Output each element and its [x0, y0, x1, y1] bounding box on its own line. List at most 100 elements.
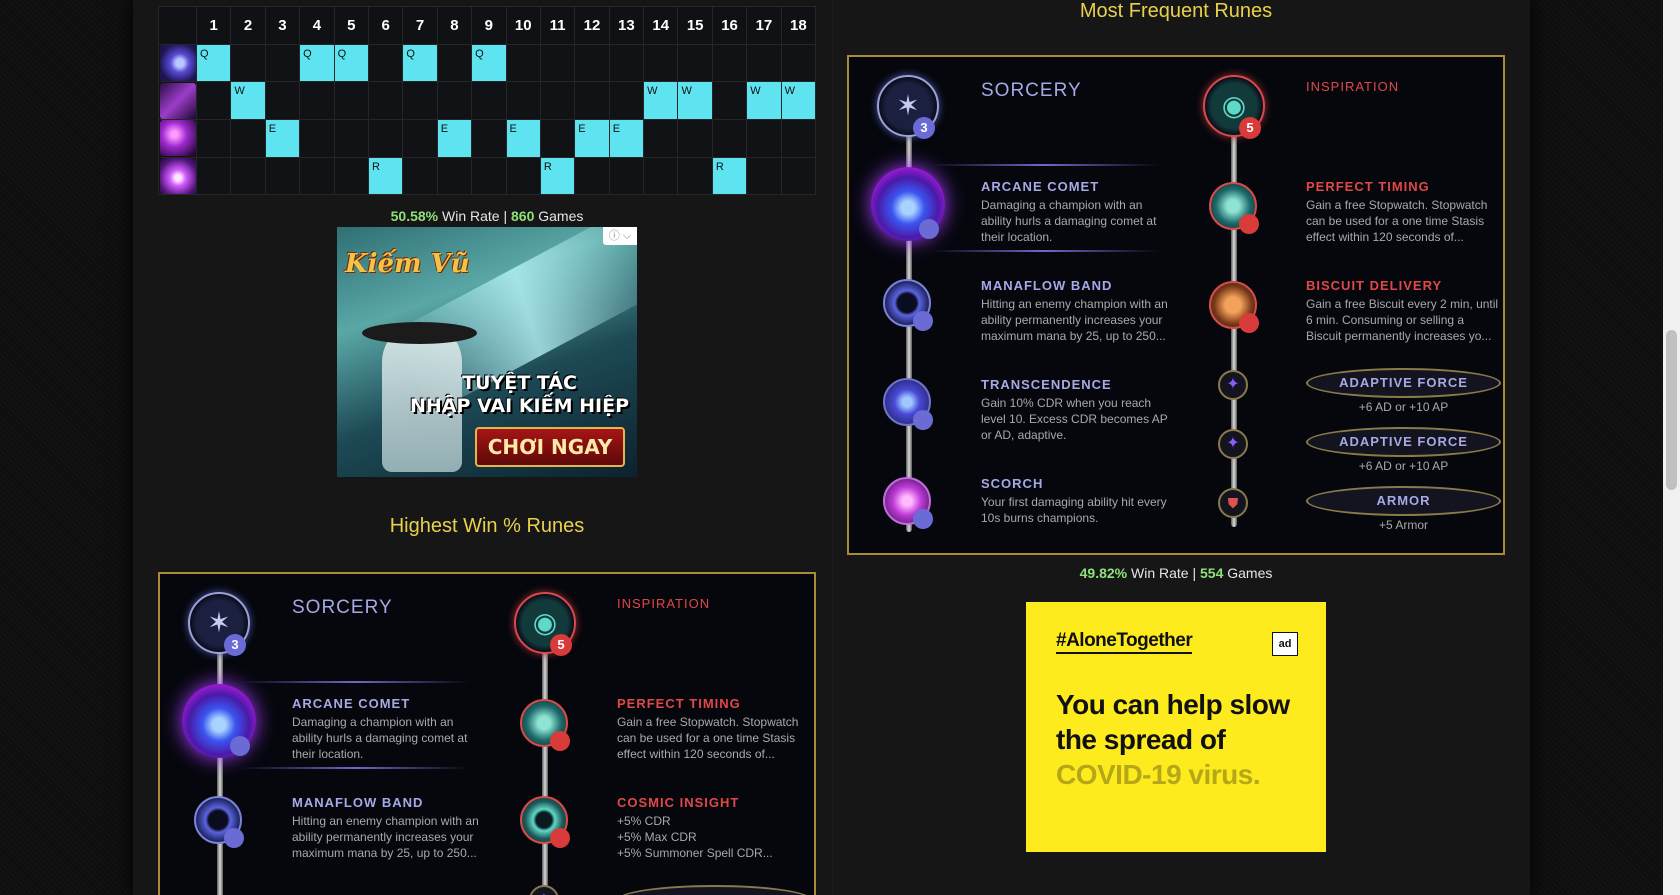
- skill-level-5: 5: [333, 6, 369, 45]
- skill-row-e: EEEEE: [158, 119, 817, 158]
- skill-key-label: E: [268, 123, 277, 136]
- skill-level-4: 4: [299, 6, 335, 45]
- covid-advertisement[interactable]: #AloneTogether ad You can help slow the …: [1026, 602, 1326, 852]
- rune-description: Hitting an enemy champion with an abilit…: [292, 814, 479, 860]
- primary-rune-count-badge: 3: [224, 634, 246, 656]
- shard-description: +6 AD or +10 AP: [1358, 459, 1449, 473]
- rune-name: COSMIC INSIGHT: [617, 795, 740, 810]
- adchoices-icon[interactable]: ⓘ ⌵: [603, 227, 637, 245]
- adaptive-force-shard-icon: ✦: [529, 885, 559, 895]
- skill-key-label: W: [750, 85, 761, 98]
- skill-key-label: R: [715, 160, 724, 173]
- rune-name: PERFECT TIMING: [1306, 179, 1430, 194]
- skill-empty-cell: [195, 119, 232, 158]
- skill-point-e-level-10: E: [505, 119, 541, 158]
- skill-key-label: Q: [406, 47, 415, 60]
- skill-point-e-level-12: E: [574, 119, 610, 158]
- primary-tree-name: SORCERY: [292, 597, 393, 618]
- ad-tagline-line-1: TUYỆT TÁC: [462, 372, 577, 394]
- skill-level-7: 7: [402, 6, 438, 45]
- skill-empty-cell: [230, 156, 266, 196]
- skill-empty-cell: [471, 81, 507, 121]
- skill-icon-cell: [158, 81, 197, 121]
- ad-message-line-1: You can help slow: [1056, 689, 1290, 720]
- skill-corner-cell: [158, 6, 197, 45]
- rune-description: Your first damaging ability hit every 10…: [981, 495, 1167, 525]
- win-rate-label: Win Rate |: [1127, 565, 1200, 581]
- rune-arcane-comet: ARCANE COMET Damaging a champion with an…: [981, 179, 1176, 245]
- ad-message-line-3: COVID-19 virus.: [1056, 759, 1261, 790]
- scrollbar-thumb[interactable]: [1666, 330, 1677, 490]
- skill-level-17: 17: [746, 6, 782, 45]
- skill-empty-cell: [574, 156, 610, 196]
- skill-icon-cell: [158, 119, 197, 158]
- rune-name: BISCUIT DELIVERY: [1306, 278, 1443, 293]
- selected-rune-dot: [550, 828, 570, 848]
- games-label: Games: [1223, 565, 1273, 581]
- skill-row-w: WWWWW: [158, 81, 817, 121]
- shard-name: ADAPTIVE FORCE: [1339, 375, 1468, 390]
- ad-play-now-button[interactable]: CHƠI NGAY: [475, 427, 625, 467]
- selected-rune-dot: [1239, 313, 1259, 333]
- most-frequent-runes-title: Most Frequent Runes: [1079, 0, 1273, 22]
- skill-empty-cell: [677, 119, 713, 158]
- secondary-rune-count-badge: 5: [1239, 117, 1261, 139]
- selected-rune-dot: [550, 731, 570, 751]
- skill-level-6: 6: [367, 6, 404, 45]
- skill-empty-cell: [711, 43, 748, 83]
- skill-row-r: RRR: [158, 156, 817, 196]
- skill-level-15: 15: [677, 6, 713, 45]
- skill-empty-cell: [471, 156, 507, 196]
- skill-level-14: 14: [643, 6, 679, 45]
- keystone-glow-top: [240, 681, 470, 683]
- skill-empty-cell: [643, 119, 679, 158]
- shard-adaptive-force-2: ADAPTIVE FORCE +6 AD or +10 AP: [1306, 427, 1501, 473]
- rune-perfect-timing: PERFECT TIMING Gain a free Stopwatch. St…: [617, 696, 812, 762]
- skill-point-e-level-3: E: [264, 119, 301, 158]
- skill-point-r-level-16: R: [711, 156, 748, 196]
- primary-rune-count-badge: 3: [913, 117, 935, 139]
- skill-level-header: 1 2 3 4 5 6 7 8 9 10 11 12 13 14 15 16 17 18: [158, 6, 817, 45]
- skill-key-label: Q: [303, 47, 312, 60]
- rune-name: SCORCH: [981, 476, 1044, 491]
- skill-point-r-level-6: R: [367, 156, 404, 196]
- skill-empty-cell: [333, 119, 369, 158]
- left-win-rate-line: 50.58% Win Rate | 860 Games: [337, 208, 637, 224]
- skill-point-w-level-18: W: [780, 81, 817, 121]
- skill-point-e-level-13: E: [608, 119, 645, 158]
- skill-empty-cell: [746, 119, 782, 158]
- right-win-rate-line: 49.82% Win Rate | 554 Games: [1026, 565, 1326, 581]
- skill-point-q-level-4: Q: [299, 43, 335, 83]
- games-count: 554: [1200, 565, 1224, 581]
- skill-empty-cell: [643, 43, 679, 83]
- selected-rune-dot: [919, 219, 939, 239]
- skill-empty-cell: [608, 156, 645, 196]
- ad-message: You can help slow the spread of COVID-19…: [1056, 687, 1316, 792]
- skill-empty-cell: [402, 81, 438, 121]
- game-advertisement[interactable]: Kiếm Vũ TUYỆT TÁC NHẬP VAI KIẾM HIỆP CHƠ…: [337, 227, 637, 477]
- ad-warrior-hat: [362, 322, 477, 344]
- skill-empty-cell: [402, 156, 438, 196]
- rune-desc-line: +5% CDR: [617, 814, 671, 828]
- skill-key-label: E: [612, 123, 621, 136]
- skill-empty-cell: [746, 43, 782, 83]
- skill-level-11: 11: [539, 6, 576, 45]
- skill-row-q: QQQQQ: [158, 43, 817, 83]
- shard-description: +6 AD or +10 AP: [1358, 400, 1449, 414]
- skill-empty-cell: [299, 156, 335, 196]
- rune-manaflow-band: MANAFLOW BAND Hitting an enemy champion …: [981, 278, 1176, 344]
- rune-desc-line: +5% Summoner Spell CDR...: [617, 846, 773, 860]
- skill-key-label: E: [440, 123, 449, 136]
- selected-rune-dot: [913, 410, 933, 430]
- ad-hashtag: #AloneTogether: [1056, 630, 1193, 654]
- ability-e-icon: [159, 120, 196, 157]
- skill-level-10: 10: [505, 6, 541, 45]
- skill-empty-cell: [505, 43, 541, 83]
- win-rate-value: 49.82%: [1079, 565, 1128, 581]
- skill-point-r-level-11: R: [539, 156, 576, 196]
- rune-cosmic-insight: COSMIC INSIGHT +5% CDR +5% Max CDR +5% S…: [617, 795, 812, 861]
- ad-council-logo: ad: [1272, 632, 1298, 656]
- rune-description: Gain a free Stopwatch. Stopwatch can be …: [617, 715, 799, 761]
- secondary-tree-line: [542, 634, 548, 895]
- skill-empty-cell: [608, 43, 645, 83]
